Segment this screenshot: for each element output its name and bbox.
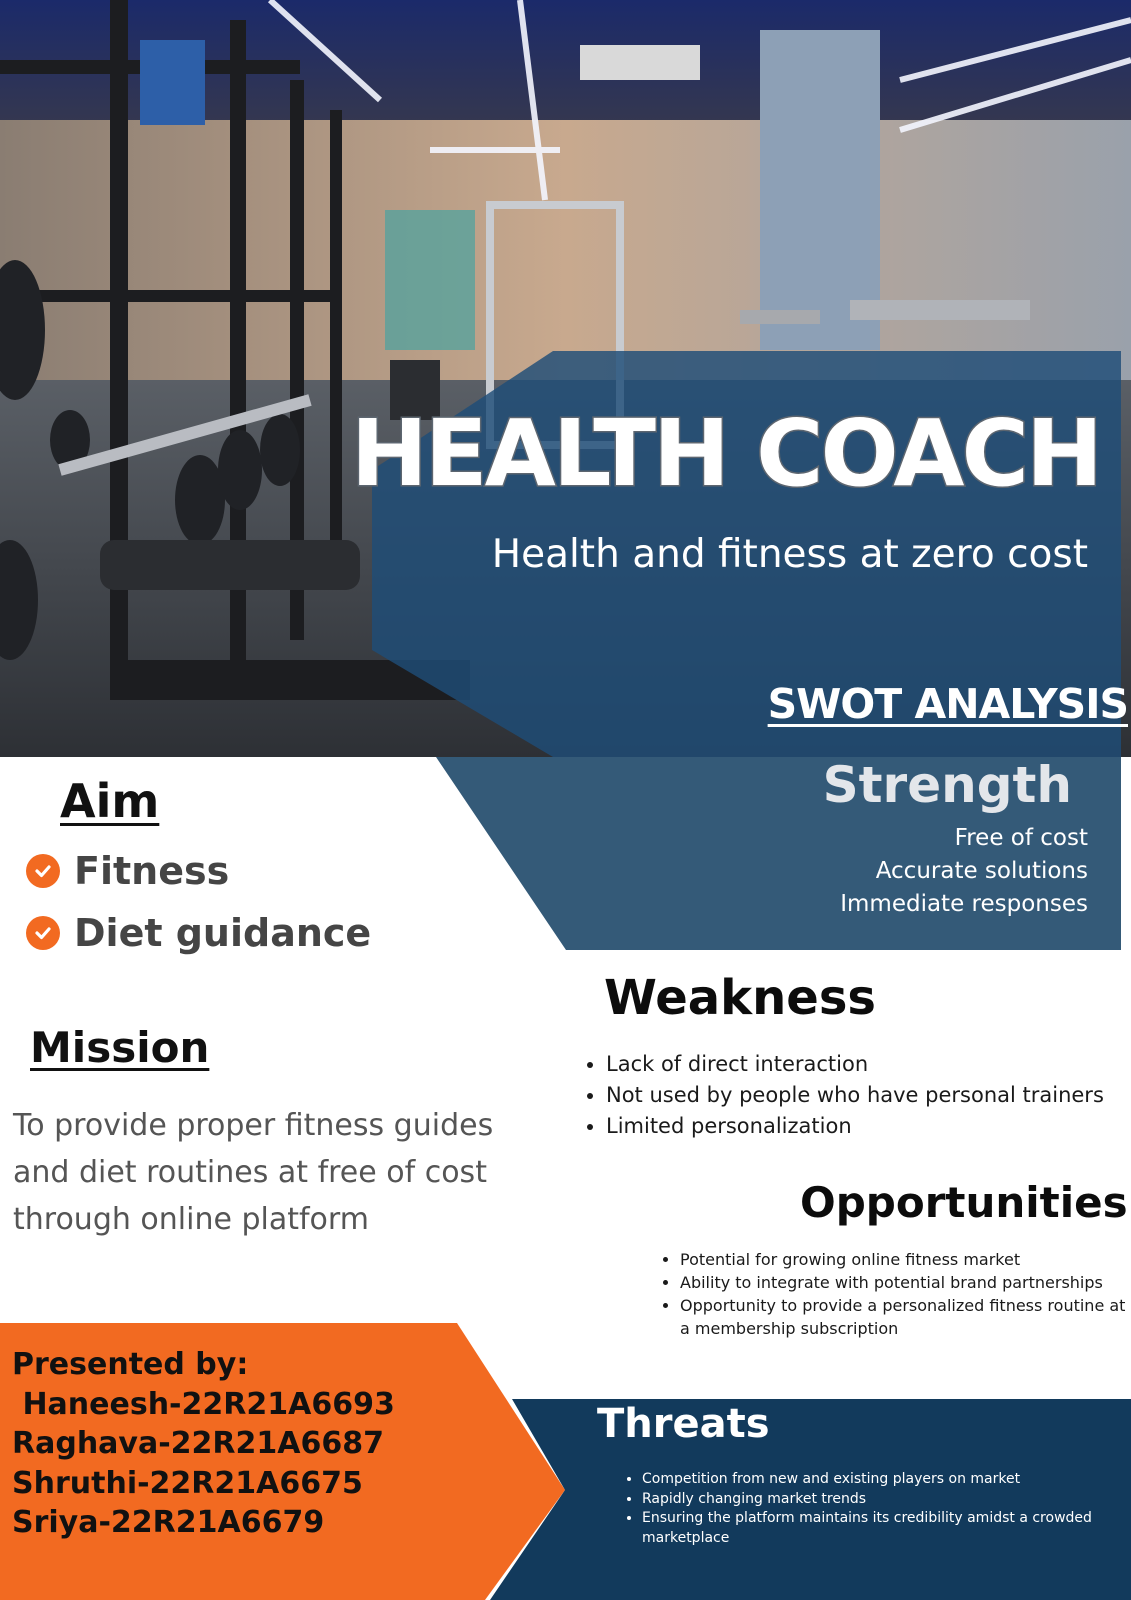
page-title: HEALTH COACH [349,400,1104,507]
strength-item: Immediate responses [840,891,1088,917]
threats-heading: Threats [597,1401,770,1447]
presenter-name: Haneesh-22R21A6693 [12,1386,395,1422]
check-circle-icon [26,916,60,950]
threat-item: Competition from new and existing player… [642,1470,1098,1490]
threat-item: Rapidly changing market trends [642,1490,1098,1510]
mission-heading: Mission [30,1023,210,1072]
strength-heading: Strength [822,756,1072,814]
aim-item-label: Fitness [74,849,230,893]
mission-text: To provide proper fitness guides and die… [13,1108,494,1237]
opportunity-item: Ability to integrate with potential bran… [680,1271,1131,1294]
weakness-item: Lack of direct interaction [606,1049,1128,1080]
strength-list: Free of cost Accurate solutions Immediat… [700,822,1088,921]
page-subtitle: Health and fitness at zero cost [491,532,1088,577]
weakness-item: Limited personalization [606,1111,1128,1142]
opportunity-item: Opportunity to provide a personalized fi… [680,1294,1131,1340]
presenter-name: Raghava-22R21A6687 [12,1426,384,1461]
opportunities-heading: Opportunities [800,1178,1128,1227]
weakness-list: Lack of direct interaction Not used by p… [588,1049,1128,1142]
hero-photo [0,0,1131,757]
presenter-name: Shruthi-22R21A6675 [12,1465,363,1501]
aim-item-label: Diet guidance [74,911,372,955]
threats-list: Competition from new and existing player… [628,1470,1098,1548]
aim-item: Fitness [26,847,229,895]
weakness-heading: Weakness [604,970,876,1026]
presenter-name: Sriya-22R21A6679 [12,1505,325,1540]
strength-item: Free of cost [954,825,1088,851]
strength-item: Accurate solutions [875,858,1088,884]
presenters-heading: Presented by: [12,1347,249,1382]
swot-heading: SWOT ANALYSIS [767,680,1129,728]
opportunities-list: Potential for growing online fitness mar… [664,1248,1131,1340]
aim-heading: Aim [60,774,160,828]
check-circle-icon [26,854,60,888]
weakness-item: Not used by people who have personal tra… [606,1080,1128,1111]
threat-item: Ensuring the platform maintains its cred… [642,1509,1098,1548]
aim-item: Diet guidance [26,909,371,957]
presenters-block: Presented by: Haneesh-22R21A6693 Raghava… [12,1345,395,1543]
opportunity-item: Potential for growing online fitness mar… [680,1248,1131,1271]
